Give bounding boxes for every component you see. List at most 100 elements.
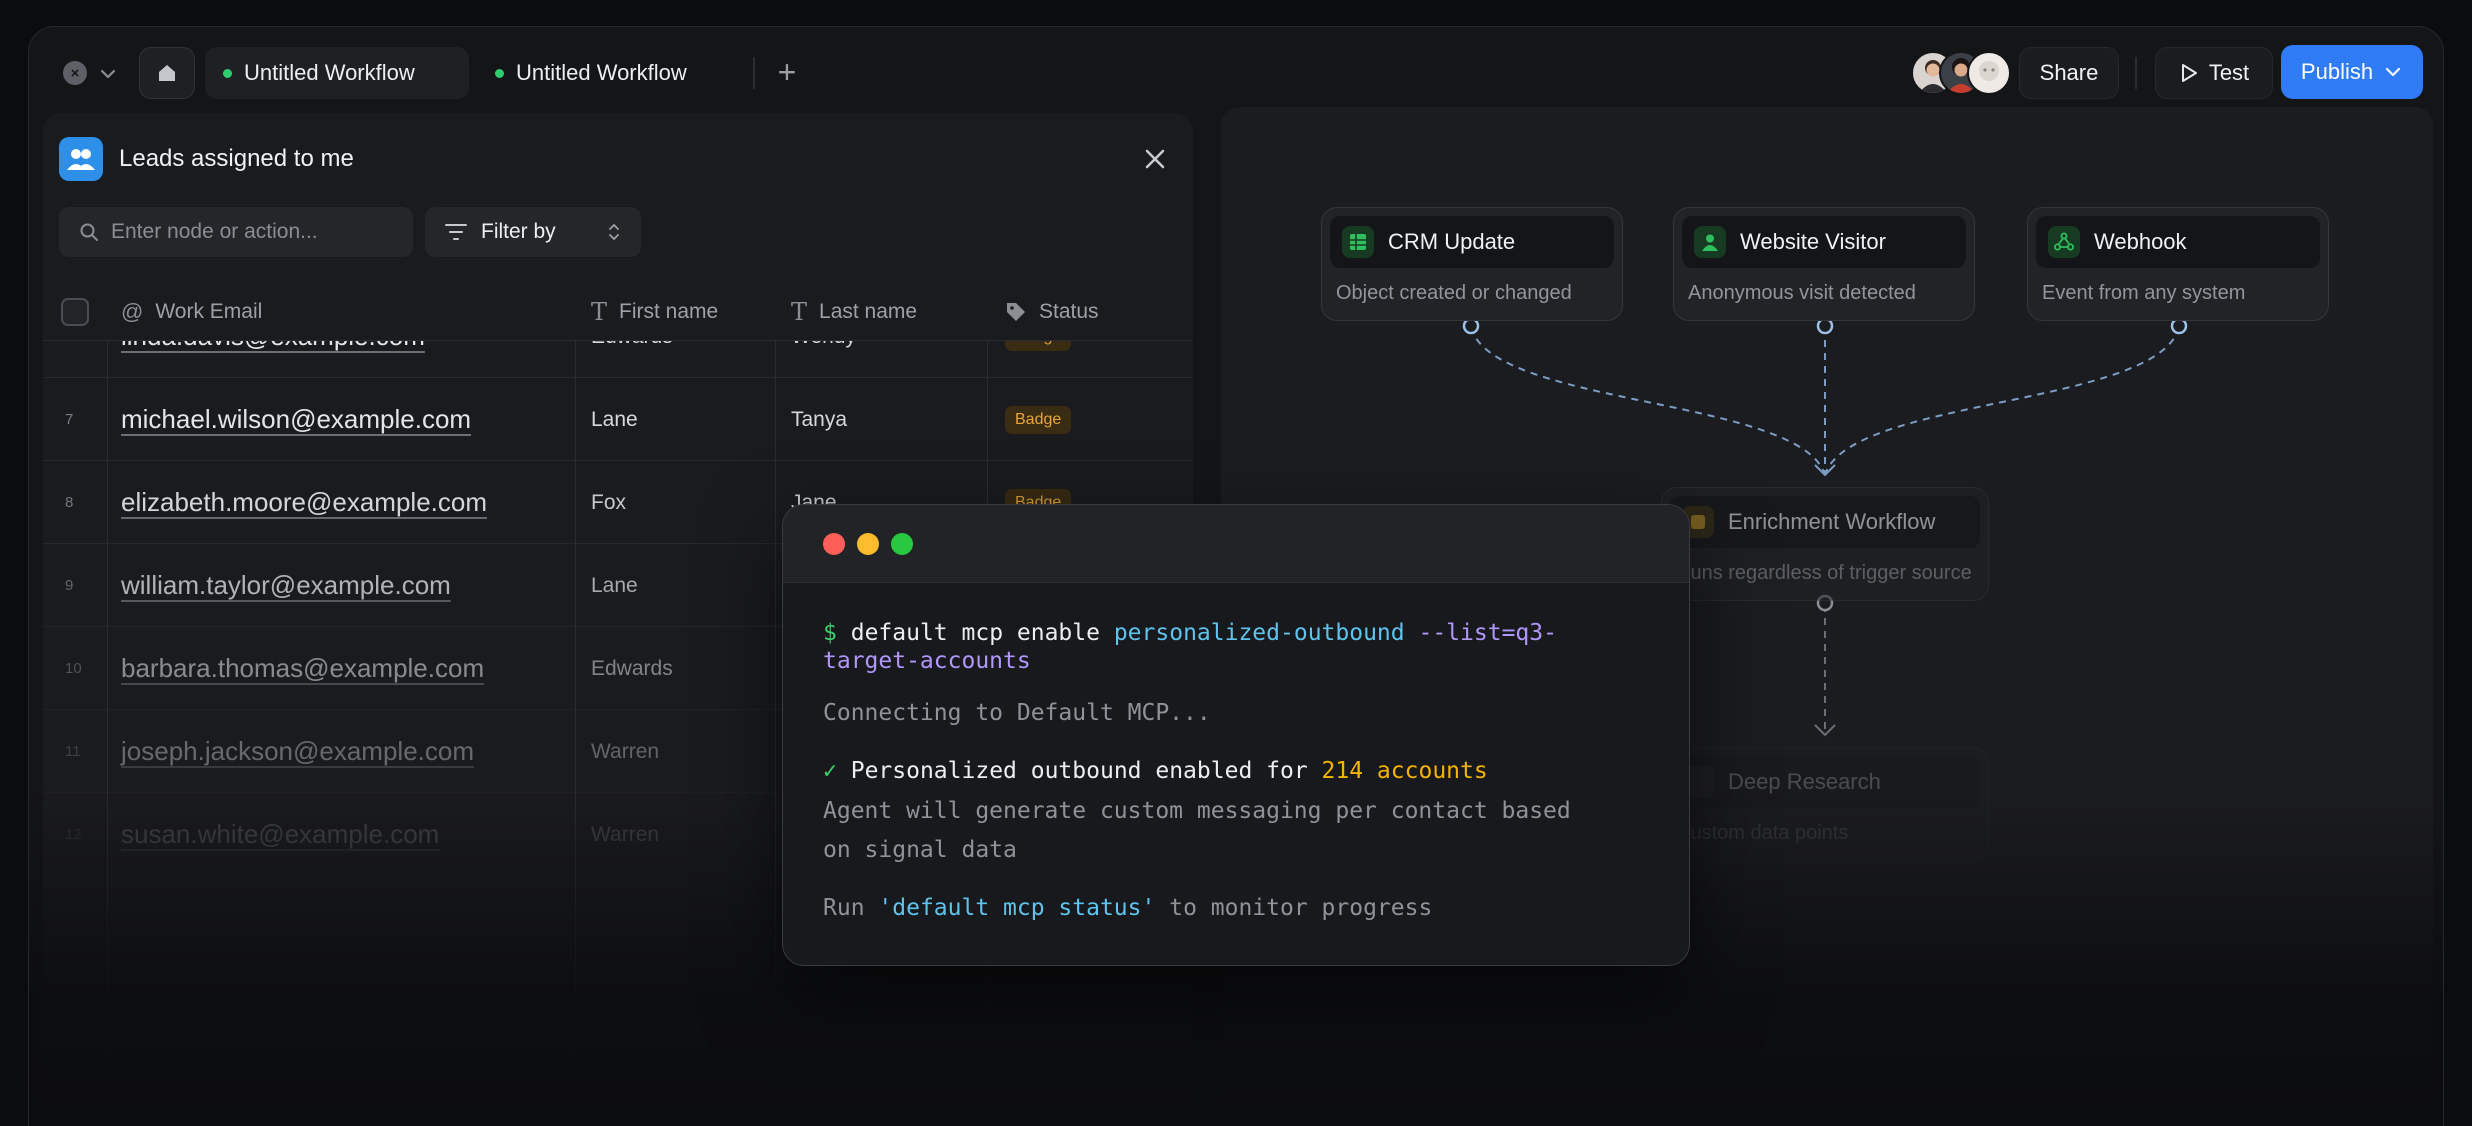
- trigger-node-webhook[interactable]: Webhook Event from any system: [2027, 207, 2329, 321]
- tab-workflow-2[interactable]: Untitled Workflow: [477, 47, 737, 99]
- close-icon[interactable]: [1141, 145, 1169, 173]
- column-header-first-name[interactable]: T First name: [591, 283, 718, 341]
- node-title: CRM Update: [1388, 229, 1516, 254]
- deep-research-node[interactable]: Deep Research Custom data points: [1661, 747, 1989, 861]
- row-number: 8: [65, 494, 74, 511]
- row-number: 10: [65, 660, 82, 677]
- column-divider: [107, 283, 108, 1126]
- column-header-last-name[interactable]: T Last name: [791, 283, 917, 341]
- agent-line-wrap: on signal data: [823, 837, 1017, 863]
- node-subtitle: Custom data points: [1676, 822, 1849, 844]
- row-number: 9: [65, 577, 74, 594]
- test-button[interactable]: Test: [2155, 47, 2273, 99]
- email-link[interactable]: elizabeth.moore@example.com: [121, 461, 487, 544]
- node-header: Deep Research: [1670, 756, 1980, 808]
- row-number: 6: [65, 341, 95, 378]
- terminal-window[interactable]: $ default mcp enable personalized-outbou…: [782, 504, 1690, 966]
- node-subtitle: Object created or changed: [1336, 282, 1572, 304]
- node-title: Deep Research: [1728, 769, 1881, 794]
- filter-dropdown[interactable]: Filter by: [425, 207, 641, 257]
- chevron-down-icon[interactable]: [97, 63, 119, 85]
- email-link[interactable]: barbara.thomas@example.com: [121, 627, 484, 710]
- status-badge: Badge: [1005, 341, 1072, 351]
- divider: [2135, 57, 2137, 89]
- last-name-cell: Tanya: [791, 407, 848, 431]
- command-line-wrap: target-accounts: [823, 648, 1031, 674]
- avatar[interactable]: [1967, 51, 2011, 95]
- email-link[interactable]: susan.white@example.com: [121, 793, 439, 876]
- column-header-email[interactable]: @ Work Email: [121, 283, 262, 341]
- test-label: Test: [2208, 60, 2250, 85]
- add-tab-icon[interactable]: +: [769, 55, 805, 91]
- home-icon: [159, 65, 175, 81]
- status-cell: Badge: [1005, 378, 1072, 461]
- close-traffic-light[interactable]: [823, 533, 845, 555]
- email-link[interactable]: michael.wilson@example.com: [121, 378, 471, 461]
- node-title: Website Visitor: [1740, 229, 1886, 254]
- home-button[interactable]: [139, 47, 195, 99]
- tag-icon: [1007, 303, 1025, 321]
- node-header: CRM Update: [1330, 216, 1614, 268]
- tab-label: Untitled Workflow: [516, 60, 687, 85]
- email-link[interactable]: joseph.jackson@example.com: [121, 710, 474, 793]
- search-icon: [80, 223, 98, 241]
- success-line: ✓ Personalized outbound enabled for 214 …: [823, 758, 1488, 784]
- node-subtitle: Event from any system: [2042, 282, 2246, 304]
- row-number: 12: [65, 826, 82, 843]
- last-name-cell: Wendy: [791, 341, 856, 378]
- at-icon: @: [121, 299, 144, 324]
- trigger-node-crm-update[interactable]: CRM Update Object created or changed: [1321, 207, 1623, 321]
- node-subtitle: Anonymous visit detected: [1688, 282, 1916, 304]
- trigger-node-website-visitor[interactable]: Website Visitor Anonymous visit detected: [1673, 207, 1975, 321]
- filter-label: Filter by: [481, 220, 556, 243]
- email-link[interactable]: william.taylor@example.com: [121, 544, 451, 627]
- play-icon: [2181, 64, 2197, 82]
- search-box[interactable]: [59, 207, 413, 257]
- first-name-cell: Edwards: [591, 341, 673, 378]
- node-title: Webhook: [2094, 229, 2187, 254]
- enrichment-workflow-node[interactable]: Enrichment Workflow Runs regardless of t…: [1661, 487, 1989, 601]
- publish-button[interactable]: Publish: [2281, 45, 2423, 99]
- command-line: $ default mcp enable personalized-outbou…: [823, 620, 1557, 646]
- text-type-icon: T: [791, 298, 808, 326]
- connecting-line: Connecting to Default MCP...: [823, 700, 1211, 726]
- share-button[interactable]: Share: [2019, 47, 2119, 99]
- agent-line: Agent will generate custom messaging per…: [823, 798, 1571, 824]
- users-icon: [59, 137, 103, 181]
- first-name-cell: Edwards: [591, 656, 673, 680]
- table-row[interactable]: 7 michael.wilson@example.com Lane Tanya …: [43, 378, 1193, 461]
- first-name-cell: Lane: [591, 573, 638, 597]
- select-all-checkbox[interactable]: [61, 298, 89, 326]
- column-header-status[interactable]: Status: [1005, 283, 1099, 341]
- first-name-cell: Warren: [591, 822, 660, 846]
- first-name-cell: Lane: [591, 407, 638, 431]
- panel-title: Leads assigned to me: [119, 145, 354, 172]
- status-cell: Badge: [1005, 341, 1072, 378]
- filter-icon: [445, 224, 467, 240]
- collaborator-avatars: [1911, 51, 2011, 95]
- close-window-icon[interactable]: ×: [63, 61, 87, 85]
- node-subtitle: Runs regardless of trigger source: [1676, 562, 1972, 584]
- webhook-icon: [2048, 226, 2080, 258]
- node-title: Enrichment Workflow: [1728, 509, 1936, 534]
- status-dot: [495, 68, 504, 78]
- first-name-cell: Fox: [591, 490, 627, 514]
- text-type-icon: T: [591, 298, 608, 326]
- maximize-traffic-light[interactable]: [891, 533, 913, 555]
- table-row[interactable]: 6 linda.davis@example.com Edwards Wendy …: [43, 341, 1193, 378]
- status-dot: [223, 68, 232, 78]
- first-name-cell: Warren: [591, 739, 660, 763]
- search-input[interactable]: [111, 220, 401, 244]
- terminal-titlebar: [783, 505, 1689, 583]
- table-icon: [1342, 226, 1374, 258]
- minimize-traffic-light[interactable]: [857, 533, 879, 555]
- tab-workflow-1[interactable]: Untitled Workflow: [205, 47, 469, 99]
- top-bar: × Untitled Workflow Untitled Workflow +: [29, 27, 2443, 115]
- status-badge: Badge: [1005, 405, 1072, 434]
- email-link[interactable]: linda.davis@example.com: [121, 341, 425, 378]
- divider: [753, 57, 755, 89]
- table-header: @ Work Email T First name T Last name St…: [43, 283, 1193, 341]
- column-divider: [575, 283, 576, 1126]
- tab-label: Untitled Workflow: [244, 60, 415, 85]
- column-divider: [775, 283, 776, 1126]
